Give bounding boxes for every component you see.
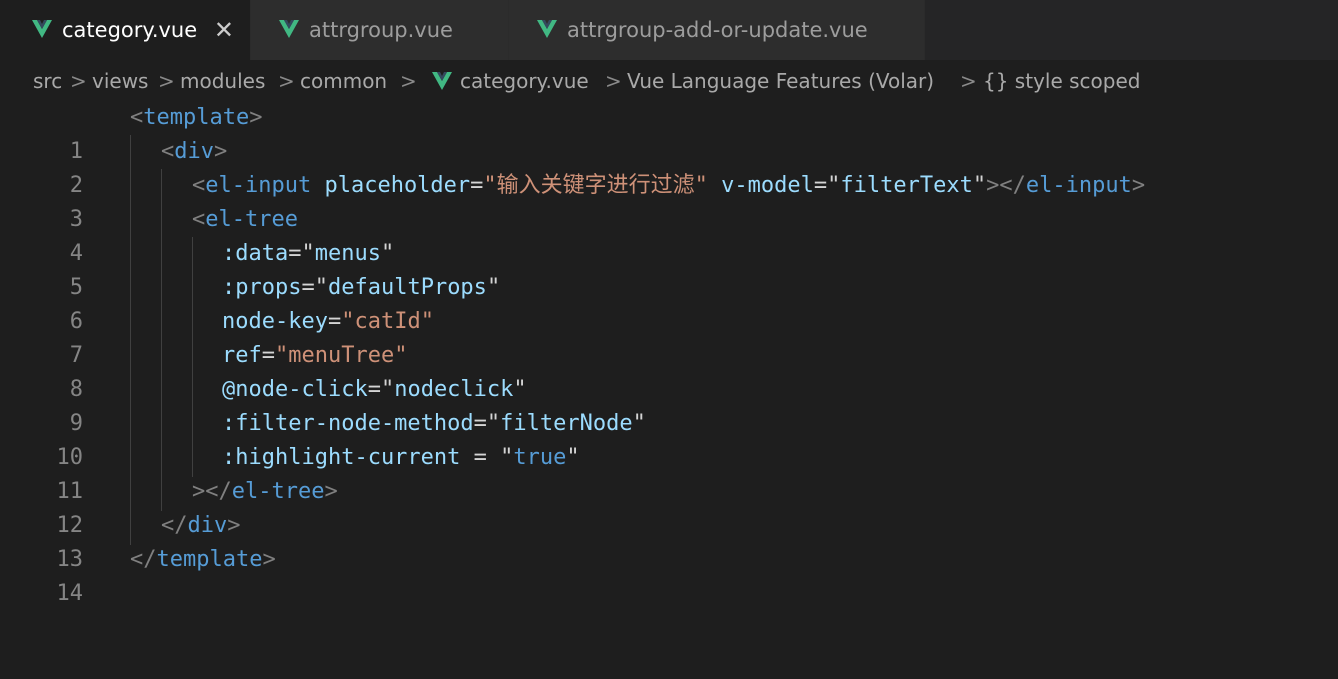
editor-tab-bar: category.vue ✕ attrgroup.vue attrgroup-a… [0, 0, 1338, 60]
code-line: 5 :data="menus" [0, 237, 1338, 300]
line-text: @node-click="nodeclick" [222, 377, 527, 402]
breadcrumb: src > views > modules > common > categor… [0, 60, 1338, 102]
chevron-right-icon: > [158, 69, 175, 93]
close-tab-icon[interactable]: ✕ [214, 0, 234, 60]
code-line: 10 :filter-node-method="filterNode" [0, 407, 1338, 470]
chevron-right-icon: > [278, 69, 295, 93]
line-text: :props="defaultProps" [222, 275, 501, 300]
line-text: <el-tree [192, 207, 298, 232]
vue-file-icon [432, 72, 452, 90]
vue-file-icon [279, 20, 299, 38]
code-line: 1 <template> [0, 101, 1338, 164]
breadcrumb-item-src[interactable]: src [33, 60, 62, 102]
tab-label: category.vue [62, 18, 198, 42]
vue-file-icon [537, 20, 557, 38]
breadcrumb-item-style-scoped[interactable]: {} style scoped [983, 60, 1140, 102]
line-text: :filter-node-method="filterNode" [222, 411, 646, 436]
tab-label: attrgroup-add-or-update.vue [567, 18, 868, 42]
code-line: 4 <el-tree [0, 203, 1338, 266]
line-text: :highlight-current = "true" [222, 445, 580, 470]
line-text: <div> [161, 139, 228, 164]
code-editor[interactable]: 1 <template> 2 <div> 3 <el-input placeho… [0, 100, 1338, 606]
code-line: 3 <el-input placeholder="输入关键字进行过滤" v-mo… [0, 169, 1338, 232]
line-text: node-key="catId" [222, 309, 434, 334]
line-text: ></el-tree> [192, 479, 338, 504]
code-line: 12 ></el-tree> [0, 475, 1338, 538]
breadcrumb-item-views[interactable]: views [92, 60, 148, 102]
breadcrumb-item-file[interactable]: category.vue [460, 60, 589, 102]
chevron-right-icon: > [605, 69, 622, 93]
line-text: </div> [161, 513, 241, 538]
code-line: 8 ref="menuTree" [0, 339, 1338, 402]
code-line: 14 </template> [0, 543, 1338, 606]
line-text: </template> [130, 547, 276, 572]
breadcrumb-item-common[interactable]: common [300, 60, 387, 102]
tab-category-vue[interactable]: category.vue ✕ [0, 0, 251, 60]
breadcrumb-item-volar[interactable]: Vue Language Features (Volar) [627, 60, 934, 102]
code-line: 13 </div> [0, 509, 1338, 572]
line-text: <template> [130, 105, 263, 130]
tab-attrgroup-add-or-update-vue[interactable]: attrgroup-add-or-update.vue [509, 0, 925, 60]
code-line: 2 <div> [0, 135, 1338, 198]
code-line: 7 node-key="catId" [0, 305, 1338, 368]
tab-label: attrgroup.vue [309, 18, 453, 42]
line-text: :data="menus" [222, 241, 395, 266]
vue-file-icon [32, 20, 52, 38]
chevron-right-icon: > [960, 69, 977, 93]
chevron-right-icon: > [70, 69, 87, 93]
chevron-right-icon: > [400, 69, 417, 93]
breadcrumb-item-modules[interactable]: modules [180, 60, 265, 102]
line-text: <el-input placeholder="输入关键字进行过滤" v-mode… [192, 173, 1146, 198]
tab-attrgroup-vue[interactable]: attrgroup.vue [251, 0, 509, 60]
line-number: 14 [56, 581, 84, 606]
code-line: 6 :props="defaultProps" [0, 271, 1338, 334]
code-line: 9 @node-click="nodeclick" [0, 373, 1338, 436]
code-line: 11 :highlight-current = "true" [0, 441, 1338, 504]
line-text: ref="menuTree" [222, 343, 408, 368]
